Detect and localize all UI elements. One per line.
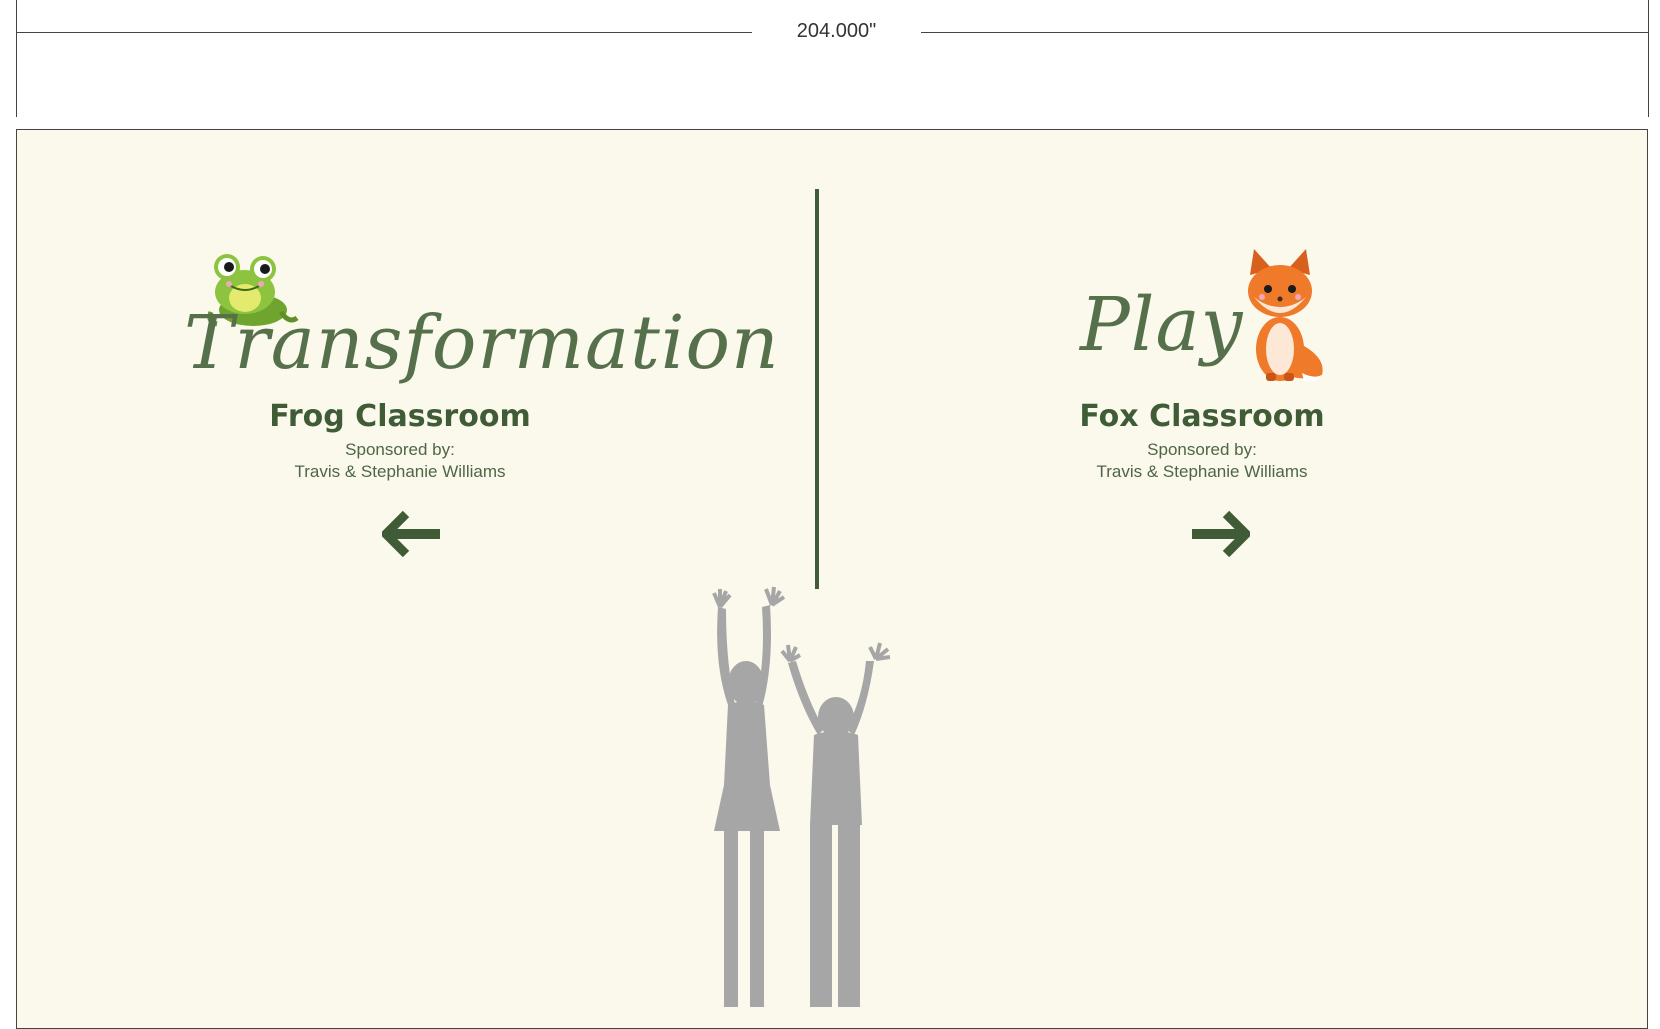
frog-sponsor-name: Travis & Stephanie Williams [294,462,506,481]
dimension-tick-left [16,0,17,117]
dimension-bar: 204.000" [0,0,1660,125]
fox-sponsor-label: Sponsored by: [1147,440,1257,459]
dimension-tick-right [1648,0,1649,117]
dimension-line-left [16,32,752,33]
children-silhouette [712,586,891,1007]
frog-classroom-title: Frog Classroom [269,399,531,434]
fox-sponsor-name: Travis & Stephanie Williams [1096,462,1308,481]
frog-sponsor-label: Sponsored by: [345,440,455,459]
center-divider [815,189,819,589]
dimension-line-right [921,32,1649,33]
script-word-play: Play [1080,282,1244,368]
arrow-left-icon [382,511,440,557]
arrow-right-icon [1192,511,1250,557]
script-word-transformation: Transformation [184,300,780,386]
dimension-label: 204.000" [796,20,877,42]
fox-icon [1248,249,1323,382]
fox-classroom-title: Fox Classroom [1079,399,1325,434]
